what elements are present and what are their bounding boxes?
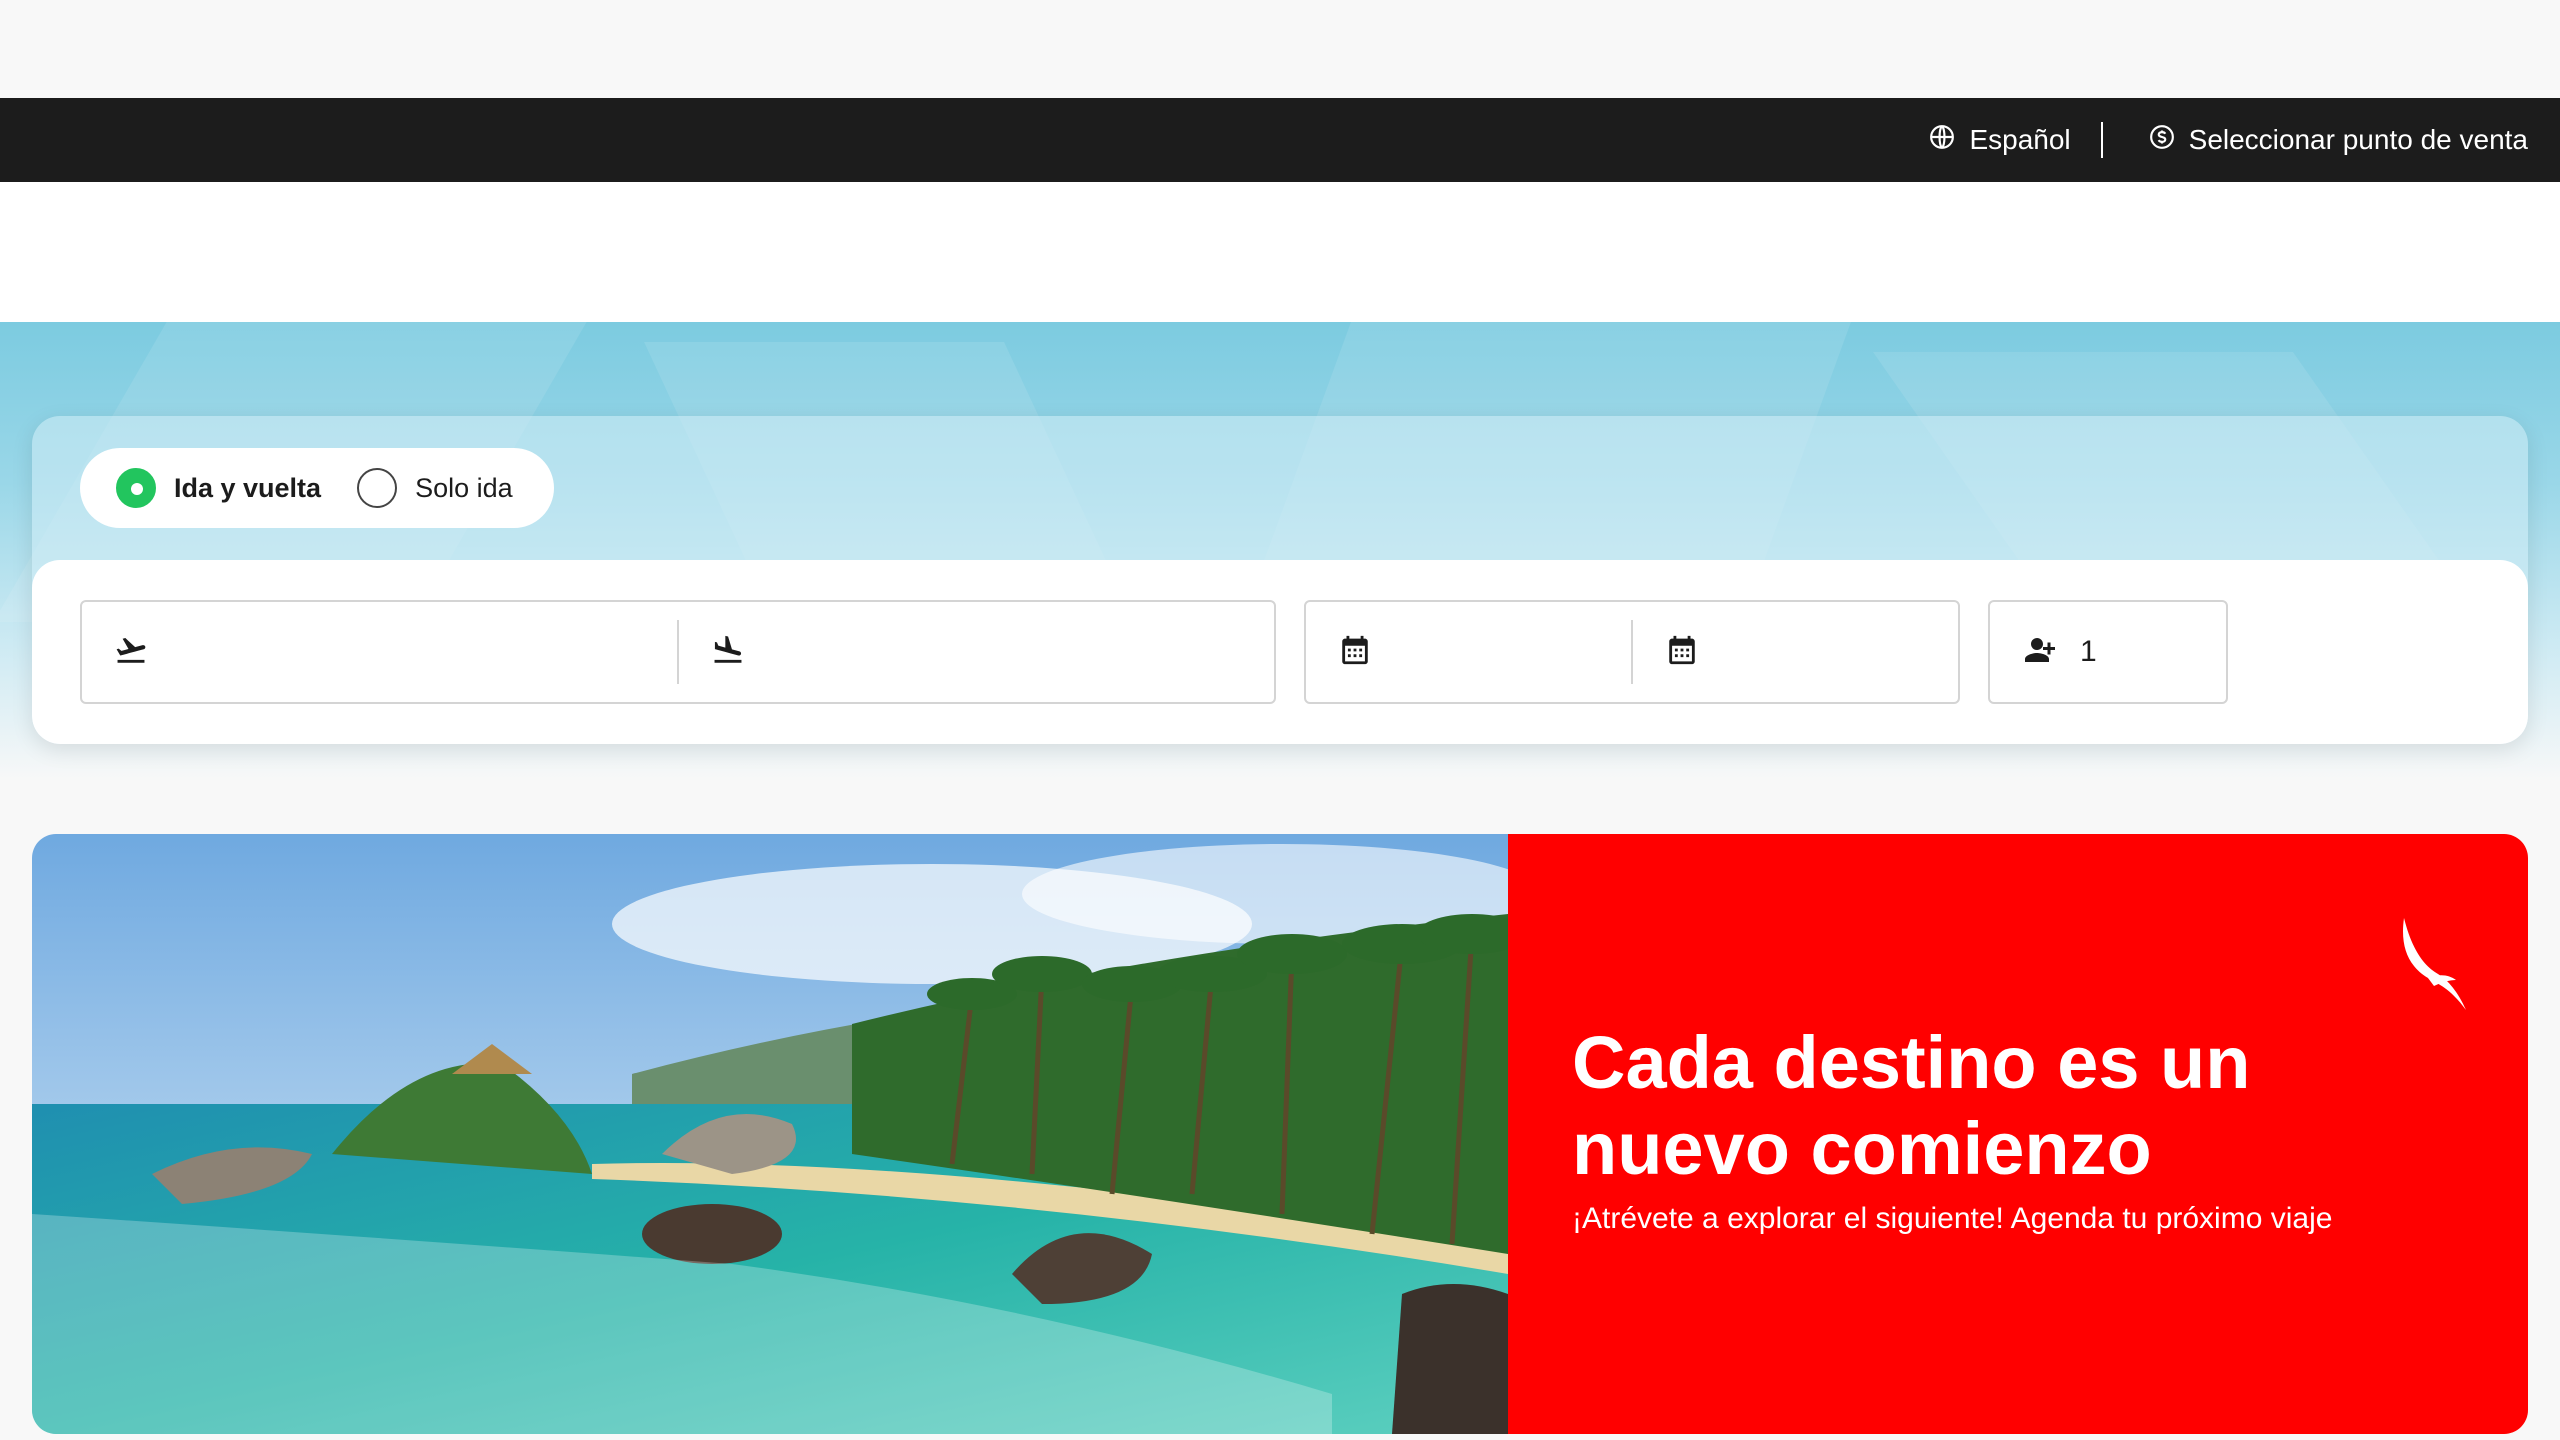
promo-title: Cada destino es un nuevo comienzo [1572, 1020, 2250, 1192]
radio-dot [357, 468, 398, 508]
search-fields-panel: 1 [32, 560, 2528, 744]
globe-icon [1929, 124, 1955, 157]
promo-text-panel: Cada destino es un nuevo comienzo ¡Atrév… [1508, 834, 2528, 1434]
calendar-icon [1665, 633, 1699, 672]
passengers-count: 1 [2080, 635, 2097, 668]
route-fields [80, 600, 1276, 704]
header-spacer [0, 182, 2560, 322]
currency-icon [2149, 124, 2175, 157]
takeoff-icon [114, 633, 148, 672]
date-fields [1304, 600, 1960, 704]
promo-title-line2: nuevo comienzo [1572, 1107, 2152, 1190]
round-trip-label: Ida y vuelta [174, 472, 322, 503]
destination-field[interactable] [679, 602, 1274, 702]
beach-photo [32, 834, 1508, 1434]
landing-icon [711, 633, 745, 672]
browser-top-strip [0, 0, 2560, 98]
topbar-divider [2100, 122, 2103, 158]
radio-one-way[interactable]: Solo ida [357, 468, 513, 508]
radio-dot-selected [116, 468, 156, 508]
radio-round-trip[interactable]: Ida y vuelta [116, 468, 321, 508]
promo-title-line1: Cada destino es un [1572, 1021, 2251, 1104]
one-way-label: Solo ida [415, 472, 513, 503]
departure-date-field[interactable] [1306, 602, 1631, 702]
passengers-field[interactable]: 1 [1988, 600, 2228, 704]
promo-banner[interactable]: Cada destino es un nuevo comienzo ¡Atrév… [32, 834, 2528, 1434]
flight-search-card: Ida y vuelta Solo ida 1 [32, 416, 2528, 744]
promo-subtitle: ¡Atrévete a explorar el siguiente! Agend… [1572, 1202, 2333, 1235]
origin-field[interactable] [82, 602, 677, 702]
point-of-sale-label: Seleccionar punto de venta [2188, 124, 2528, 155]
point-of-sale-selector[interactable]: Seleccionar punto de venta [2149, 124, 2528, 157]
passengers-selector[interactable]: 1 [1990, 602, 2226, 702]
language-selector[interactable]: Español [1929, 124, 2071, 157]
add-person-icon [2022, 632, 2058, 673]
return-date-field[interactable] [1633, 602, 1958, 702]
language-label: Español [1969, 124, 2071, 155]
calendar-icon [1338, 633, 1372, 672]
top-bar: Español Seleccionar punto de venta [0, 98, 2560, 182]
trip-type-selector: Ida y vuelta Solo ida [80, 448, 554, 528]
bird-logo [2398, 916, 2470, 1017]
